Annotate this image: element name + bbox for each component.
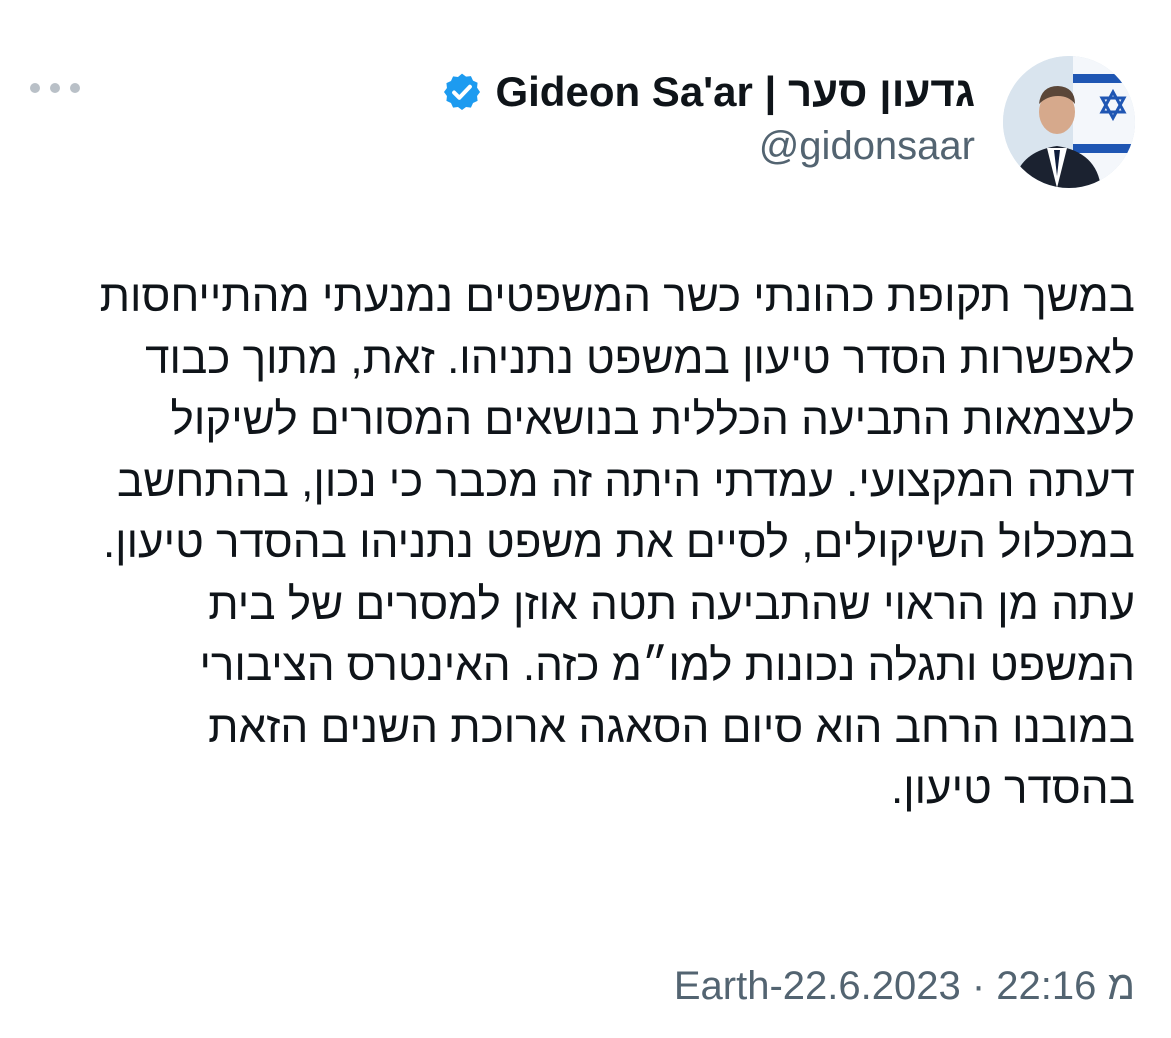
tweet-text-line: לאפשרות הסדר טיעון במשפט נתניהו. זאת, מת… <box>145 333 1135 383</box>
more-dot-3 <box>70 83 80 93</box>
tweet-text-line: בהסדר טיעון. <box>890 764 1135 813</box>
tweet-text-line: דעתה המקצועי. עמדתי היתה זה מכבר כי נכון… <box>116 456 1135 506</box>
tweet-timestamp[interactable]: Earth-מ 22:16 · 22.6.2023 <box>648 960 1135 1012</box>
tweet-text-line: המשפט ותגלה נכונות למו״מ כזה. האינטרס הצ… <box>199 641 1135 690</box>
author-handle[interactable]: @gidonsaar <box>759 120 975 172</box>
more-dot-1 <box>30 83 40 93</box>
more-dot-2 <box>50 83 60 93</box>
tweet-text-line: לעצמאות התביעה הכללית בנושאים המסורים לש… <box>170 395 1135 444</box>
tweet-text-line: במכלול השיקולים, לסיים את משפט נתניהו בה… <box>102 518 1135 567</box>
avatar[interactable] <box>1003 56 1135 188</box>
tweet-text-line: במובנו הרחב הוא סיום הסאגה ארוכת השנים ה… <box>208 702 1135 752</box>
avatar-photo <box>1003 56 1135 188</box>
verified-badge-icon <box>444 73 481 111</box>
tweet-text-line: במשך תקופת כהונתי כשר המשפטים נמנעתי מהת… <box>99 272 1135 321</box>
more-options-button[interactable] <box>30 76 80 100</box>
tweet-text: במשך תקופת כהונתי כשר המשפטים נמנעתי מהת… <box>30 266 1135 820</box>
author-name-row: גדעון סער | Gideon Sa'ar <box>441 66 975 118</box>
tweet-text-line: עתה מן הראוי שהתביעה תטה אוזן למסרים של … <box>208 579 1135 629</box>
author-display-name[interactable]: גדעון סער | Gideon Sa'ar <box>495 66 975 118</box>
